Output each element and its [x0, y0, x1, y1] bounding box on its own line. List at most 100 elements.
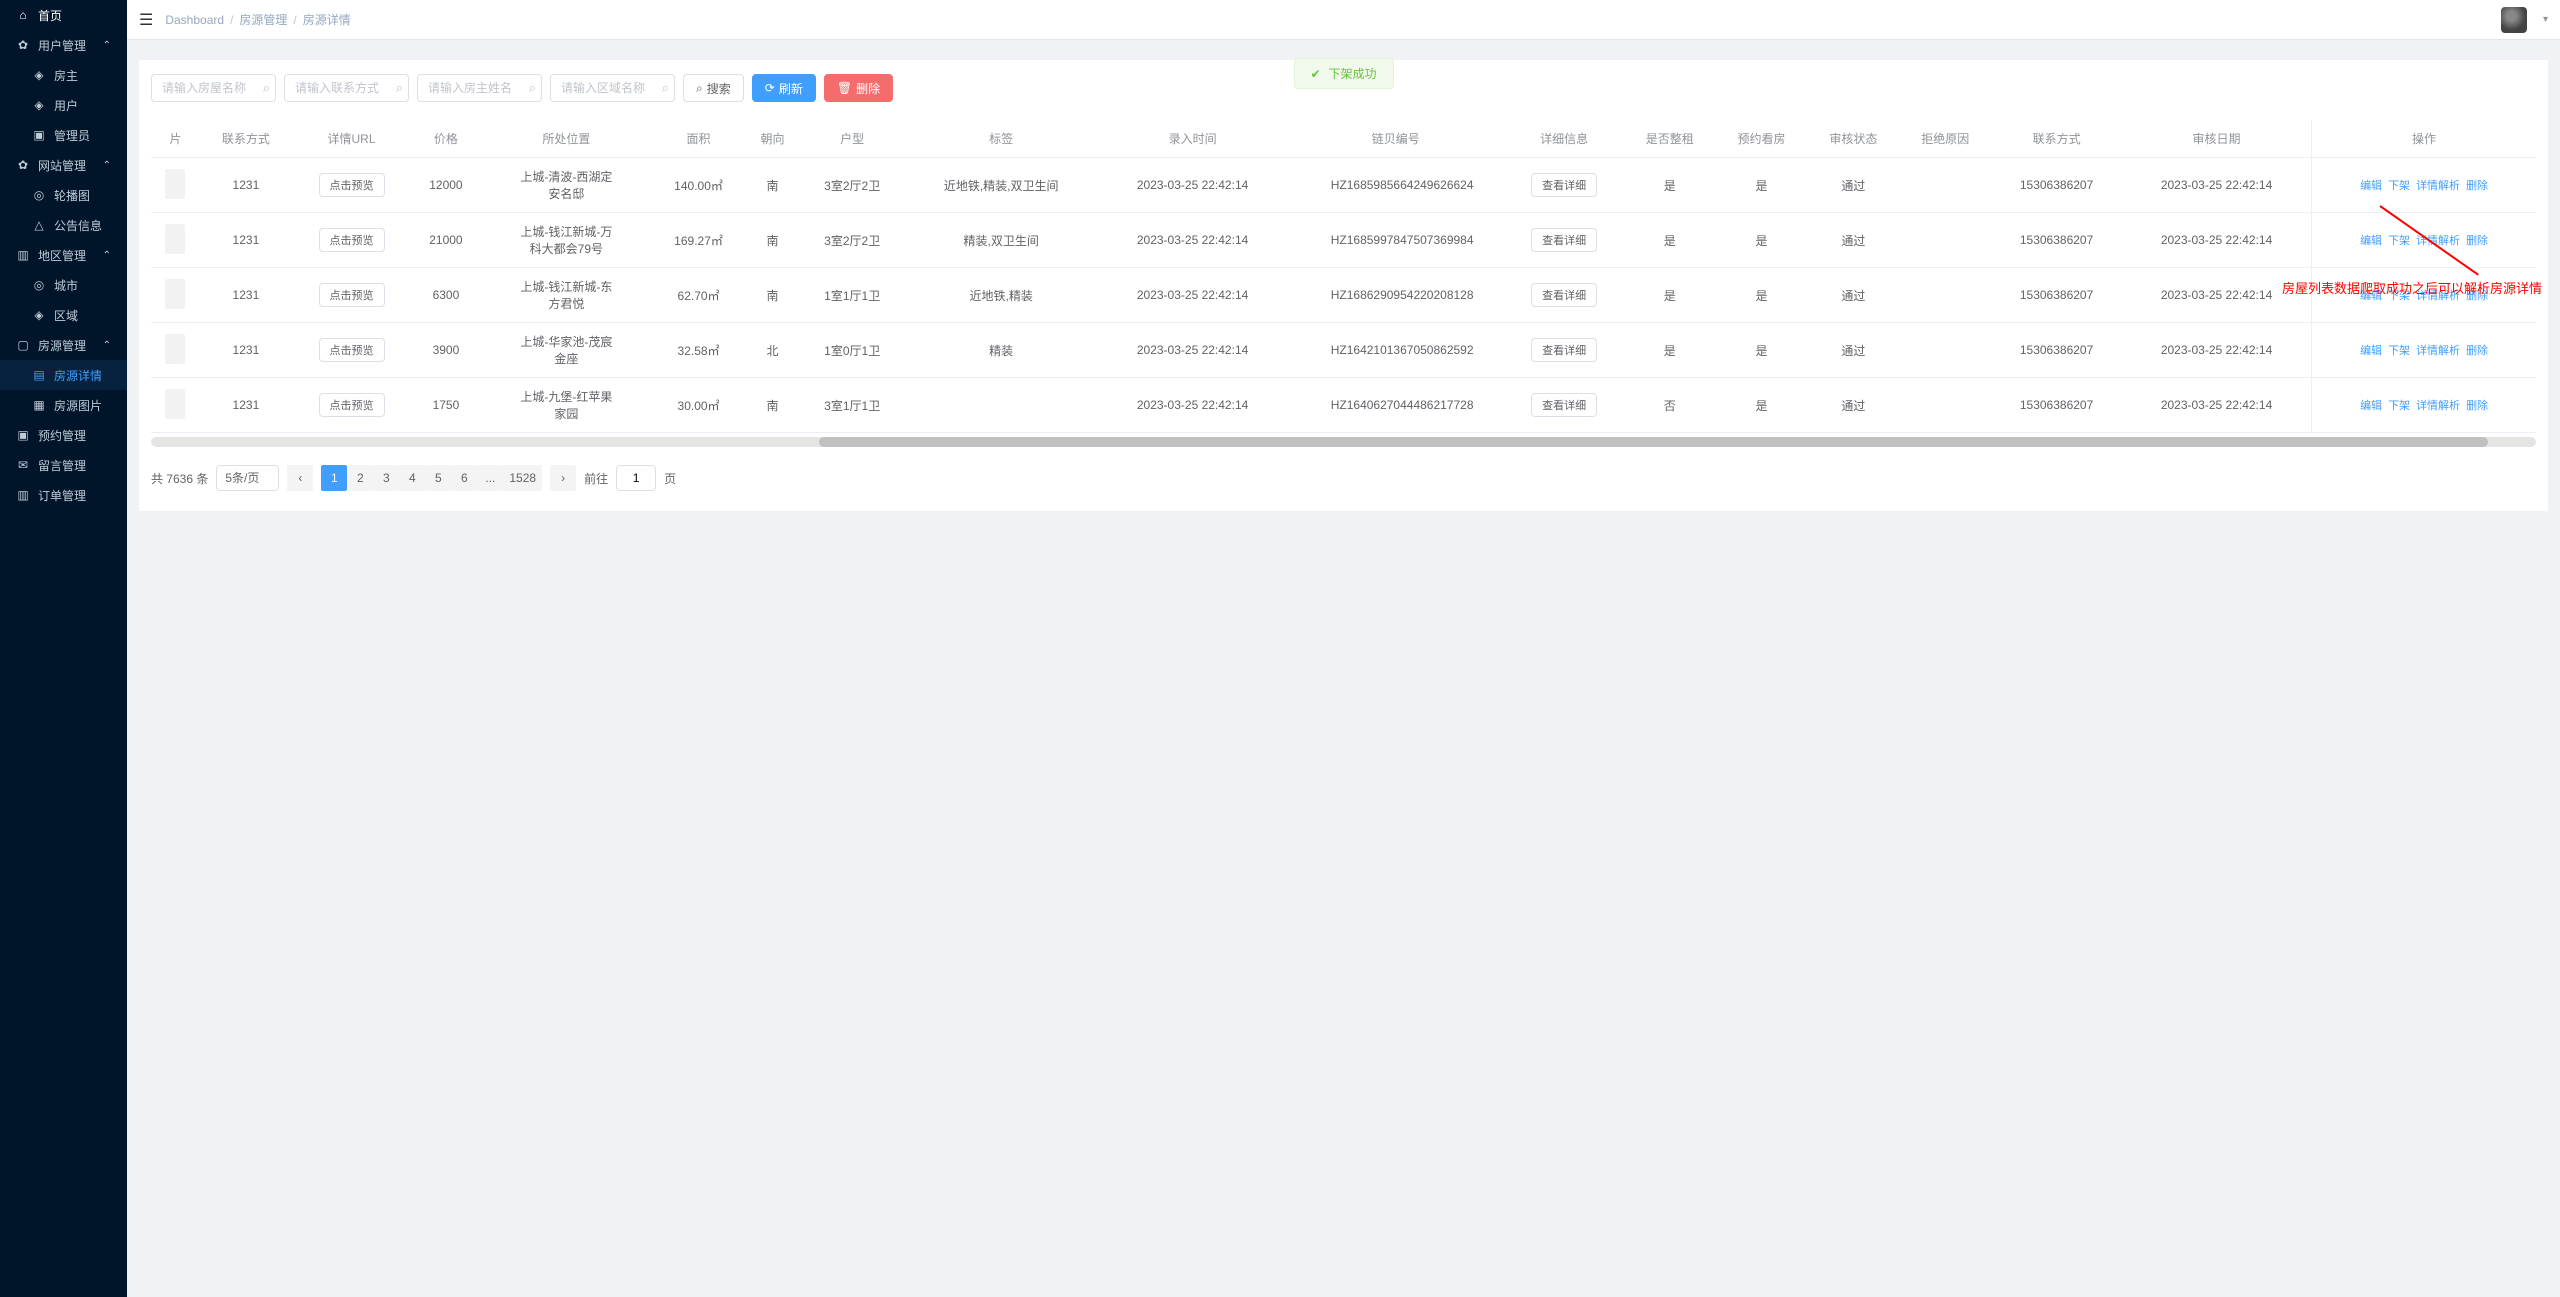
- sidebar-subitem[interactable]: ◎城市: [0, 270, 127, 300]
- offshelf-link[interactable]: 下架: [2388, 180, 2410, 192]
- preview-button[interactable]: 点击预览: [319, 393, 385, 417]
- parse-link[interactable]: 详情解析: [2416, 235, 2460, 247]
- menu-icon: ✿: [16, 38, 30, 52]
- table-cell: 3室2厅2卫: [800, 213, 904, 268]
- sidebar-subitem[interactable]: ▣管理员: [0, 120, 127, 150]
- contact-input[interactable]: [284, 74, 409, 102]
- preview-button[interactable]: 点击预览: [319, 283, 385, 307]
- menu-label: 订单管理: [38, 487, 86, 504]
- detail-button[interactable]: 查看详细: [1531, 173, 1597, 197]
- table-cell: 1231: [200, 158, 292, 213]
- sidebar-subitem[interactable]: ◈用户: [0, 90, 127, 120]
- delete-button[interactable]: 🗑删除: [824, 74, 893, 102]
- search-input-wrap: ⌕: [550, 74, 675, 102]
- table-cell: 通过: [1807, 213, 1899, 268]
- goto-input[interactable]: [616, 465, 656, 491]
- sidebar-item[interactable]: ✉留言管理: [0, 450, 127, 480]
- sidebar-item[interactable]: ▥订单管理: [0, 480, 127, 510]
- table-scroll[interactable]: 片联系方式详情URL价格所处位置面积朝向户型标签录入时间链贝编号详细信息是否整租…: [151, 120, 2536, 447]
- thumbnail: [165, 169, 185, 199]
- table-cell: 3900: [411, 323, 480, 378]
- parse-link[interactable]: 详情解析: [2416, 345, 2460, 357]
- search-icon: ⌕: [662, 80, 669, 96]
- sidebar-subitem[interactable]: ◎轮播图: [0, 180, 127, 210]
- menu-label: 房源图片: [54, 397, 102, 414]
- page-number-button[interactable]: 3: [373, 465, 399, 491]
- sidebar-subitem[interactable]: ◈区域: [0, 300, 127, 330]
- owner-input[interactable]: [417, 74, 542, 102]
- area-input[interactable]: [550, 74, 675, 102]
- table-header: 联系方式: [200, 120, 292, 158]
- breadcrumb-item[interactable]: Dashboard: [165, 13, 224, 27]
- offshelf-link[interactable]: 下架: [2388, 400, 2410, 412]
- table-row: 1231点击预览21000上城-钱江新城-万科大都会79号169.27㎡南3室2…: [151, 213, 2536, 268]
- preview-button[interactable]: 点击预览: [319, 173, 385, 197]
- detail-button[interactable]: 查看详细: [1531, 338, 1597, 362]
- edit-link[interactable]: 编辑: [2360, 180, 2382, 192]
- table-cell: 21000: [411, 213, 480, 268]
- menu-icon: ▥: [16, 248, 30, 262]
- sidebar-item[interactable]: ✿用户管理⌃: [0, 30, 127, 60]
- breadcrumb-item[interactable]: 房源管理: [239, 11, 287, 28]
- table-cell: 169.27㎡: [652, 213, 745, 268]
- page-number-button[interactable]: ...: [477, 465, 503, 491]
- page-number-button[interactable]: 1528: [503, 465, 542, 491]
- parse-link[interactable]: 详情解析: [2416, 290, 2460, 302]
- delete-link[interactable]: 删除: [2466, 235, 2488, 247]
- horizontal-scrollbar[interactable]: [151, 437, 2536, 447]
- offshelf-link[interactable]: 下架: [2388, 235, 2410, 247]
- sidebar-subitem[interactable]: ◈房主: [0, 60, 127, 90]
- delete-link[interactable]: 删除: [2466, 290, 2488, 302]
- table-cell: [1899, 323, 1991, 378]
- table-cell: 2023-03-25 22:42:14: [1098, 323, 1287, 378]
- edit-link[interactable]: 编辑: [2360, 400, 2382, 412]
- detail-button[interactable]: 查看详细: [1531, 393, 1597, 417]
- delete-link[interactable]: 删除: [2466, 400, 2488, 412]
- avatar[interactable]: [2501, 7, 2527, 33]
- hamburger-icon[interactable]: ☰: [139, 10, 153, 30]
- sidebar-subitem[interactable]: ▤房源详情: [0, 360, 127, 390]
- next-page-button[interactable]: ›: [550, 465, 576, 491]
- sidebar-item[interactable]: ▢房源管理⌃: [0, 330, 127, 360]
- page-number-button[interactable]: 6: [451, 465, 477, 491]
- edit-link[interactable]: 编辑: [2360, 235, 2382, 247]
- preview-button[interactable]: 点击预览: [319, 338, 385, 362]
- goto-prefix: 前往: [584, 470, 608, 487]
- thumbnail: [165, 224, 185, 254]
- edit-link[interactable]: 编辑: [2360, 290, 2382, 302]
- delete-link[interactable]: 删除: [2466, 180, 2488, 192]
- sidebar-item[interactable]: ⌂首页: [0, 0, 127, 30]
- parse-link[interactable]: 详情解析: [2416, 180, 2460, 192]
- offshelf-link[interactable]: 下架: [2388, 345, 2410, 357]
- chevron-down-icon[interactable]: ▾: [2543, 14, 2548, 25]
- detail-button[interactable]: 查看详细: [1531, 228, 1597, 252]
- table-cell: 点击预览: [292, 158, 411, 213]
- table-header: 片: [151, 120, 200, 158]
- delete-link[interactable]: 删除: [2466, 345, 2488, 357]
- detail-button[interactable]: 查看详细: [1531, 283, 1597, 307]
- table-cell: 2023-03-25 22:42:14: [2122, 378, 2312, 433]
- sidebar-subitem[interactable]: △公告信息: [0, 210, 127, 240]
- table-cell: [151, 213, 200, 268]
- page-number-button[interactable]: 5: [425, 465, 451, 491]
- table-cell: HZ1642101367050862592: [1287, 323, 1504, 378]
- menu-icon: ◈: [32, 308, 46, 322]
- page-number-button[interactable]: 2: [347, 465, 373, 491]
- refresh-button[interactable]: ⟳刷新: [752, 74, 816, 102]
- sidebar-item[interactable]: ▣预约管理: [0, 420, 127, 450]
- main: ☰ Dashboard / 房源管理 / 房源详情 ▾ ✔ 下架成功 ⌕: [127, 0, 2560, 1297]
- preview-button[interactable]: 点击预览: [319, 228, 385, 252]
- page-number-button[interactable]: 4: [399, 465, 425, 491]
- edit-link[interactable]: 编辑: [2360, 345, 2382, 357]
- search-button[interactable]: ⌕搜索: [683, 74, 744, 102]
- prev-page-button[interactable]: ‹: [287, 465, 313, 491]
- sidebar-item[interactable]: ✿网站管理⌃: [0, 150, 127, 180]
- sidebar-item[interactable]: ▥地区管理⌃: [0, 240, 127, 270]
- page-number-button[interactable]: 1: [321, 465, 347, 491]
- parse-link[interactable]: 详情解析: [2416, 400, 2460, 412]
- offshelf-link[interactable]: 下架: [2388, 290, 2410, 302]
- table-header: 面积: [652, 120, 745, 158]
- house-name-input[interactable]: [151, 74, 276, 102]
- sidebar-subitem[interactable]: ▦房源图片: [0, 390, 127, 420]
- page-size-select[interactable]: 5条/页: [216, 465, 279, 491]
